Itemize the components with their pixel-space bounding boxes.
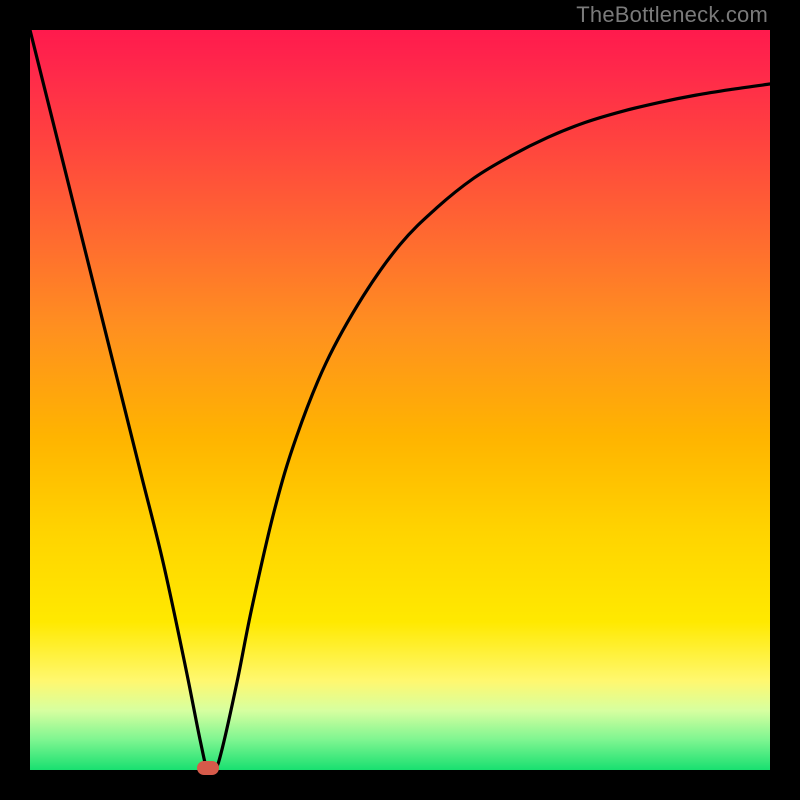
watermark-text: TheBottleneck.com xyxy=(576,2,768,28)
minimum-marker xyxy=(197,761,219,775)
chart-plot-area xyxy=(30,30,770,770)
bottleneck-curve-path xyxy=(30,30,770,770)
bottleneck-curve-svg xyxy=(30,30,770,770)
